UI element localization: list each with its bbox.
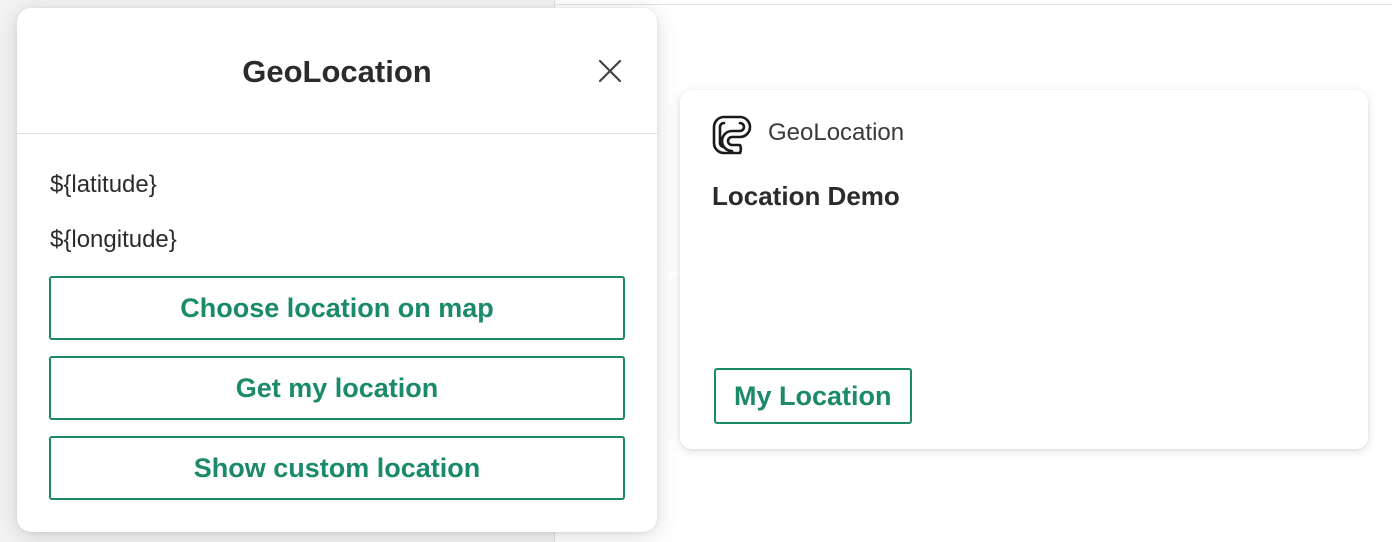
geolocation-dialog: GeoLocation ${latitude} ${longitude} Cho… <box>17 8 657 532</box>
latitude-value: ${latitude} <box>50 171 157 198</box>
longitude-value: ${longitude} <box>50 226 177 253</box>
geolocation-card: GeoLocation Location Demo My Location <box>680 90 1368 449</box>
get-my-location-button[interactable]: Get my location <box>49 356 625 420</box>
my-location-button[interactable]: My Location <box>714 368 912 424</box>
close-icon <box>598 59 622 83</box>
card-title: Location Demo <box>712 181 900 211</box>
dialog-title: GeoLocation <box>242 54 432 89</box>
app-logo-icon <box>712 115 752 155</box>
horizontal-divider <box>555 4 1392 5</box>
close-button[interactable] <box>595 56 625 86</box>
choose-location-on-map-button[interactable]: Choose location on map <box>49 276 625 340</box>
screen: GeoLocation Location Demo My Location Ge… <box>0 0 1392 542</box>
dialog-header: GeoLocation <box>17 8 657 134</box>
card-app-name: GeoLocation <box>768 119 905 146</box>
show-custom-location-button[interactable]: Show custom location <box>49 436 625 500</box>
